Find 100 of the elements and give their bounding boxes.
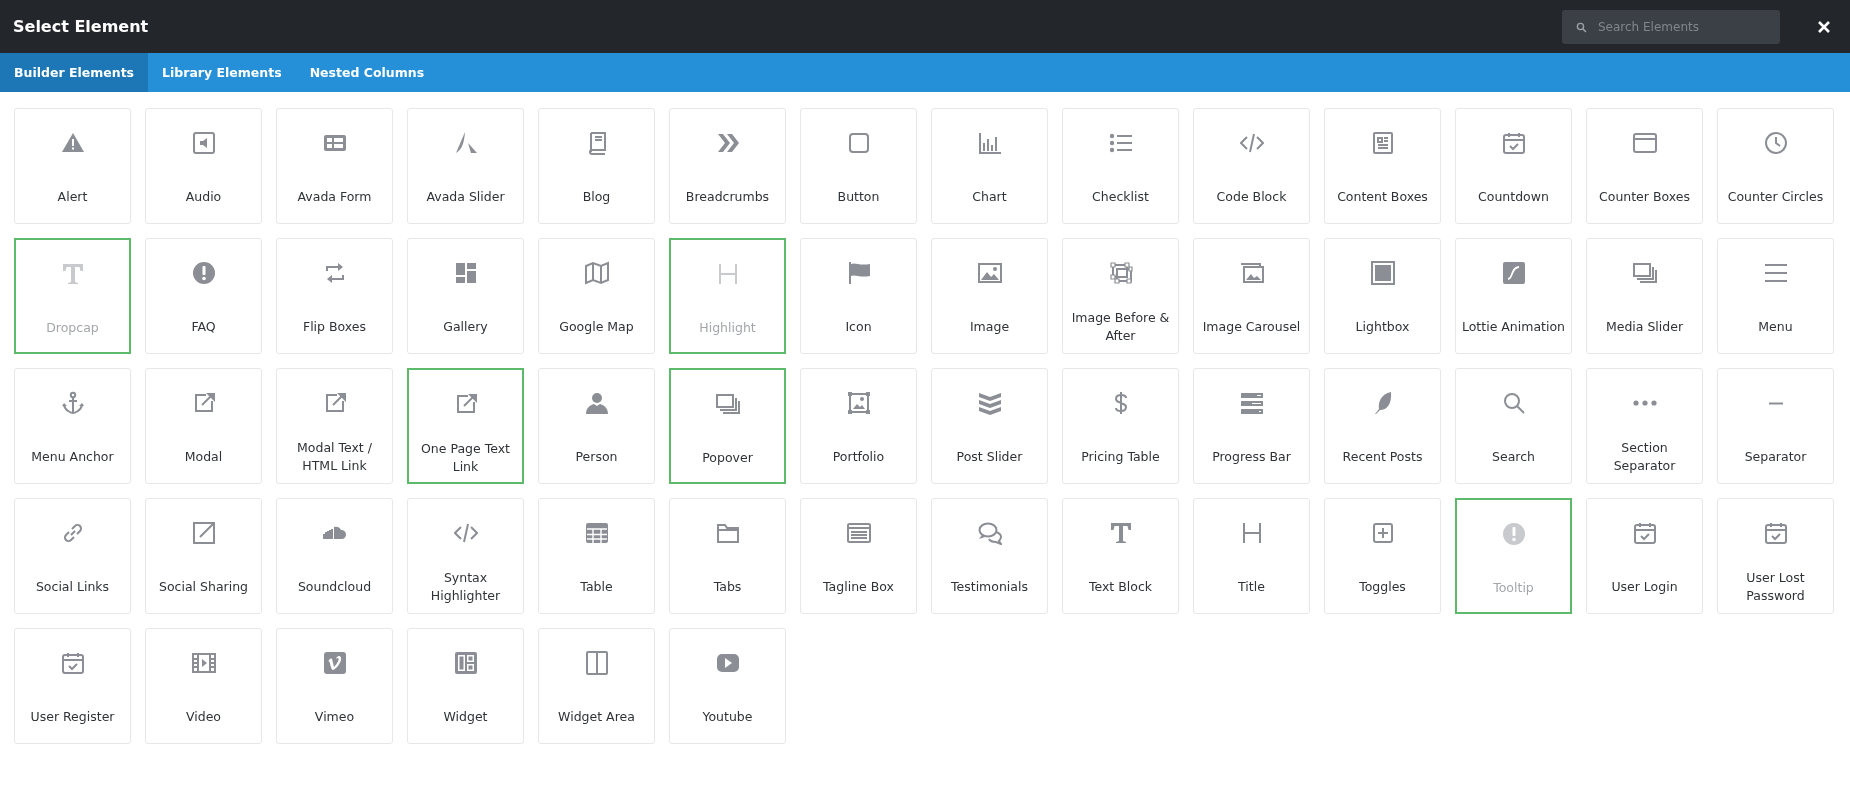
window-icon [1632, 131, 1657, 155]
images-icon [1239, 261, 1264, 285]
element-tile[interactable]: Icon [800, 238, 917, 354]
calendar-check-icon [1501, 131, 1526, 155]
element-tile[interactable]: Section Separator [1586, 368, 1703, 484]
element-tile[interactable]: Code Block [1193, 108, 1310, 224]
element-tile[interactable]: Image Carousel [1193, 238, 1310, 354]
element-tile[interactable]: Modal Text / HTML Link [276, 368, 393, 484]
element-tile[interactable]: Title [1193, 498, 1310, 614]
curve-icon [1501, 261, 1526, 285]
element-tile[interactable]: User Login [1586, 498, 1703, 614]
element-tile[interactable]: Gallery [407, 238, 524, 354]
element-tile[interactable]: Avada Slider [407, 108, 524, 224]
element-tile[interactable]: Video [145, 628, 262, 744]
menu-icon [1763, 261, 1788, 285]
play-icon [715, 651, 740, 675]
layout-icon [453, 651, 478, 675]
element-tile[interactable]: Pricing Table [1062, 368, 1179, 484]
calendar-check-icon [1763, 521, 1788, 545]
element-tile[interactable]: Tagline Box [800, 498, 917, 614]
element-tile[interactable]: Progress Bar [1193, 368, 1310, 484]
element-tile[interactable]: User Register [14, 628, 131, 744]
element-tile[interactable]: Chart [931, 108, 1048, 224]
element-tile[interactable]: Lottie Animation [1455, 238, 1572, 354]
element-tile[interactable]: Avada Form [276, 108, 393, 224]
frame-icon [1370, 261, 1395, 285]
element-tile[interactable]: Widget [407, 628, 524, 744]
table-icon [584, 521, 609, 545]
search-field[interactable]: Search Elements [1562, 9, 1780, 44]
element-tile[interactable]: Menu Anchor [14, 368, 131, 484]
flag-icon [846, 261, 871, 285]
element-tile[interactable]: Recent Posts [1324, 368, 1441, 484]
document-icon [1370, 131, 1395, 155]
element-tile[interactable]: Popover [669, 368, 786, 484]
folder-icon [715, 521, 740, 545]
element-tile[interactable]: Alert [14, 108, 131, 224]
element-tile[interactable]: Post Slider [931, 368, 1048, 484]
letter-t-icon [1108, 521, 1133, 545]
element-tile[interactable]: Counter Boxes [1586, 108, 1703, 224]
stack-icon [1632, 261, 1657, 285]
element-tile[interactable]: Social Links [14, 498, 131, 614]
letter-t-icon [60, 262, 85, 286]
element-tile[interactable]: Testimonials [931, 498, 1048, 614]
element-tile[interactable]: Counter Circles [1717, 108, 1834, 224]
element-tile[interactable]: Vimeo [276, 628, 393, 744]
list-icon [1108, 131, 1133, 155]
code-icon [453, 521, 478, 545]
element-tile[interactable]: Checklist [1062, 108, 1179, 224]
element-tile[interactable]: Person [538, 368, 655, 484]
element-tile[interactable]: Audio [145, 108, 262, 224]
element-tile[interactable]: Google Map [538, 238, 655, 354]
close-icon[interactable] [1817, 19, 1831, 34]
element-tile[interactable]: Breadcrumbs [669, 108, 786, 224]
element-tile[interactable]: Syntax Highlighter [407, 498, 524, 614]
element-tile[interactable]: Youtube [669, 628, 786, 744]
element-tile[interactable]: Lightbox [1324, 238, 1441, 354]
element-tile[interactable]: User Lost Password [1717, 498, 1834, 614]
element-tile[interactable]: Soundcloud [276, 498, 393, 614]
element-tile[interactable]: Image [931, 238, 1048, 354]
tab[interactable]: Builder Elements [0, 53, 149, 92]
element-tile[interactable]: Image Before & After [1062, 238, 1179, 354]
search-icon [1576, 21, 1587, 33]
map-icon [584, 261, 609, 285]
chevrons-icon [715, 131, 740, 155]
grid-icon [453, 261, 478, 285]
clock-icon [1763, 131, 1788, 155]
element-tile[interactable]: Widget Area [538, 628, 655, 744]
speaker-icon [191, 131, 216, 155]
element-tile[interactable]: Table [538, 498, 655, 614]
element-tile[interactable]: Social Sharing [145, 498, 262, 614]
element-tile[interactable]: Media Slider [1586, 238, 1703, 354]
search-icon [1501, 391, 1526, 415]
element-tile[interactable]: Countdown [1455, 108, 1572, 224]
columns-icon [584, 651, 609, 675]
element-tile[interactable]: FAQ [145, 238, 262, 354]
plus-icon [1370, 521, 1395, 545]
element-tile[interactable]: Portfolio [800, 368, 917, 484]
element-tile[interactable]: Button [800, 108, 917, 224]
warning-icon [60, 131, 85, 155]
bars-icon [1239, 391, 1264, 415]
code-icon [1239, 131, 1264, 155]
element-tile[interactable]: Blog [538, 108, 655, 224]
element-tile[interactable]: Search [1455, 368, 1572, 484]
speech-bubbles-icon [977, 521, 1002, 545]
element-tile[interactable]: Toggles [1324, 498, 1441, 614]
element-tile[interactable]: One Page Text Link [407, 368, 524, 484]
element-tile[interactable]: Separator [1717, 368, 1834, 484]
element-tile[interactable]: Flip Boxes [276, 238, 393, 354]
image-frame-icon [846, 391, 871, 415]
panel-icon [846, 521, 871, 545]
element-tile[interactable]: Text Block [1062, 498, 1179, 614]
window-title: Select Element [13, 17, 149, 36]
element-tile[interactable]: Modal [145, 368, 262, 484]
square-icon [846, 131, 871, 155]
anchor-icon [60, 391, 85, 415]
stack-icon [715, 392, 740, 416]
crop-frame-icon [1108, 261, 1133, 285]
element-tile[interactable]: Content Boxes [1324, 108, 1441, 224]
element-tile[interactable]: Menu [1717, 238, 1834, 354]
element-tile[interactable]: Tabs [669, 498, 786, 614]
